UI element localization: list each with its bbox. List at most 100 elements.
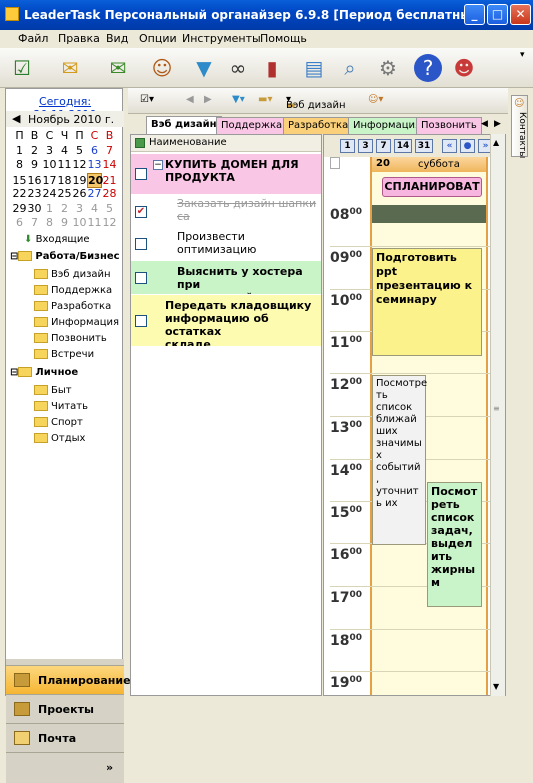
- column-header-name[interactable]: Наименование: [149, 137, 227, 148]
- menu-help[interactable]: Помощь: [260, 32, 307, 45]
- send-mail-icon[interactable]: ✉: [104, 54, 132, 82]
- tree-item-inbox[interactable]: ⬇ Входящие: [24, 234, 89, 250]
- nav-planning-button[interactable]: Планирование: [6, 665, 131, 694]
- day-cell[interactable]: 1: [12, 144, 27, 157]
- day-cell[interactable]: 21: [102, 174, 117, 187]
- day-cell[interactable]: 3: [42, 144, 57, 157]
- task-checkbox[interactable]: [135, 272, 147, 284]
- day-cell[interactable]: 30: [27, 202, 42, 215]
- task-row[interactable]: − КУПИТЬ ДОМЕН ДЛЯ ПРОДУКТА: [131, 154, 321, 194]
- view-31-days-button[interactable]: 31: [415, 139, 433, 153]
- day-cell[interactable]: 7: [102, 144, 117, 157]
- tab-scroll-right-icon[interactable]: ▶: [494, 119, 501, 129]
- day-cell[interactable]: 12: [72, 158, 87, 171]
- new-task-icon[interactable]: ☑: [8, 54, 36, 82]
- day-cell[interactable]: 6: [87, 144, 102, 157]
- today-icon[interactable]: ●: [460, 139, 475, 153]
- day-cell[interactable]: 10: [72, 216, 87, 229]
- filter-dropdown[interactable]: ▬ Вэб дизайн ▾: [286, 94, 346, 111]
- folder-icon[interactable]: ▬▾: [258, 94, 272, 105]
- calendar-scrollbar[interactable]: ▲ ≡ ▼: [490, 134, 505, 696]
- day-cell[interactable]: 13: [87, 158, 102, 171]
- day-cell[interactable]: 8: [42, 216, 57, 229]
- day-cell[interactable]: 7: [27, 216, 42, 229]
- day-cell[interactable]: 4: [87, 202, 102, 215]
- tree-item-rest[interactable]: Отдых: [34, 433, 85, 449]
- tree-item-household[interactable]: Быт: [34, 385, 72, 401]
- day-cell[interactable]: 16: [27, 174, 42, 187]
- settings-icon[interactable]: ⚙: [374, 54, 402, 82]
- tab-web-design[interactable]: Вэб дизайн: [146, 116, 222, 134]
- day-cell[interactable]: 2: [57, 202, 72, 215]
- day-cell[interactable]: 24: [42, 187, 57, 200]
- nav-projects-button[interactable]: Проекты: [6, 694, 124, 723]
- tree-item-web-design[interactable]: Вэб дизайн: [34, 269, 111, 285]
- tree-item-support[interactable]: Поддержка: [34, 285, 112, 301]
- filter-icon[interactable]: ▼: [190, 54, 218, 82]
- tab-support[interactable]: Поддержка: [216, 117, 288, 134]
- day-cell[interactable]: 11: [87, 216, 102, 229]
- appointment[interactable]: Посмотре ть список ближай ших значимы х …: [372, 375, 427, 545]
- select-all-checkbox[interactable]: [135, 138, 145, 148]
- tree-item-work[interactable]: ⊟ Работа/Бизнес: [10, 251, 120, 267]
- day-cell[interactable]: 5: [102, 202, 117, 215]
- tree-item-development[interactable]: Разработка: [34, 301, 111, 317]
- day-cell[interactable]: 18: [57, 174, 72, 187]
- appointment[interactable]: Посмот реть список задач, выдел ить жирн…: [427, 482, 482, 607]
- day-cell[interactable]: 6: [12, 216, 27, 229]
- view-3-days-button[interactable]: 3: [358, 139, 373, 153]
- day-cell[interactable]: 4: [57, 144, 72, 157]
- view-7-days-button[interactable]: 7: [376, 139, 391, 153]
- maximize-button[interactable]: □: [487, 4, 508, 25]
- nav-mail-button[interactable]: Почта: [6, 723, 124, 752]
- menu-edit[interactable]: Правка: [58, 32, 100, 45]
- day-cell[interactable]: 1: [42, 202, 57, 215]
- day-cell[interactable]: 22: [12, 187, 27, 200]
- allday-toggle-icon[interactable]: [330, 157, 340, 169]
- print-icon[interactable]: ▤: [300, 54, 328, 82]
- day-cell[interactable]: 12: [102, 216, 117, 229]
- day-cell[interactable]: 17: [42, 174, 57, 187]
- close-button[interactable]: ✕: [510, 4, 531, 25]
- tree-item-meetings[interactable]: Встречи: [34, 349, 94, 365]
- day-cell[interactable]: 14: [102, 158, 117, 171]
- day-cell[interactable]: 29: [12, 202, 27, 215]
- task-checkbox[interactable]: [135, 168, 147, 180]
- collapse-icon[interactable]: ⊟: [10, 367, 18, 378]
- task-row[interactable]: Произвести оптимизацию под ключевые слов…: [131, 226, 321, 260]
- menu-options[interactable]: Опции: [139, 32, 177, 45]
- minimize-button[interactable]: _: [464, 4, 485, 25]
- toolbar-overflow-icon[interactable]: ▾: [520, 50, 525, 60]
- nav-overflow[interactable]: »: [6, 752, 124, 783]
- task-view-icon[interactable]: ☑▾: [140, 94, 154, 105]
- collapse-icon[interactable]: ⊟: [10, 251, 18, 262]
- back-icon[interactable]: ◀: [186, 94, 194, 105]
- filter-icon[interactable]: ▼▾: [232, 94, 245, 105]
- contacts-icon[interactable]: ☺: [148, 54, 176, 82]
- planned-tasks-button[interactable]: СПЛАНИРОВАТ: [382, 177, 482, 197]
- task-row[interactable]: ✔ Заказать дизайн шапки са (логотип прог…: [131, 194, 321, 224]
- task-row[interactable]: Передать кладовщику информацию об остатк…: [131, 295, 321, 346]
- day-cell[interactable]: 9: [57, 216, 72, 229]
- task-row[interactable]: Выяснить у хостера при простоя сайта: [131, 261, 321, 294]
- collapse-icon[interactable]: −: [153, 160, 163, 170]
- user-icon[interactable]: ☺▾: [368, 94, 383, 105]
- day-cell[interactable]: 11: [57, 158, 72, 171]
- task-checkbox-checked[interactable]: ✔: [135, 206, 147, 218]
- day-cell[interactable]: 28: [102, 187, 117, 200]
- prev-month-icon[interactable]: ◀: [12, 112, 20, 125]
- tab-development[interactable]: Разработка: [283, 117, 354, 134]
- menu-file[interactable]: Файл: [18, 32, 48, 45]
- tab-call[interactable]: Позвонить: [416, 117, 482, 134]
- view-14-days-button[interactable]: 14: [394, 139, 412, 153]
- day-cell[interactable]: 10: [42, 158, 57, 171]
- scroll-grip-icon[interactable]: ≡: [493, 404, 500, 413]
- tab-scroll-left-icon[interactable]: ◀: [481, 119, 488, 129]
- day-cell[interactable]: 23: [27, 187, 42, 200]
- day-cell[interactable]: 15: [12, 174, 27, 187]
- day-cell[interactable]: 25: [57, 187, 72, 200]
- day-cell[interactable]: 26: [72, 187, 87, 200]
- task-checkbox[interactable]: [135, 315, 147, 327]
- people-icon[interactable]: ☻: [450, 54, 478, 82]
- appointment[interactable]: Подготовить ppt презентацию к семинару: [372, 248, 482, 356]
